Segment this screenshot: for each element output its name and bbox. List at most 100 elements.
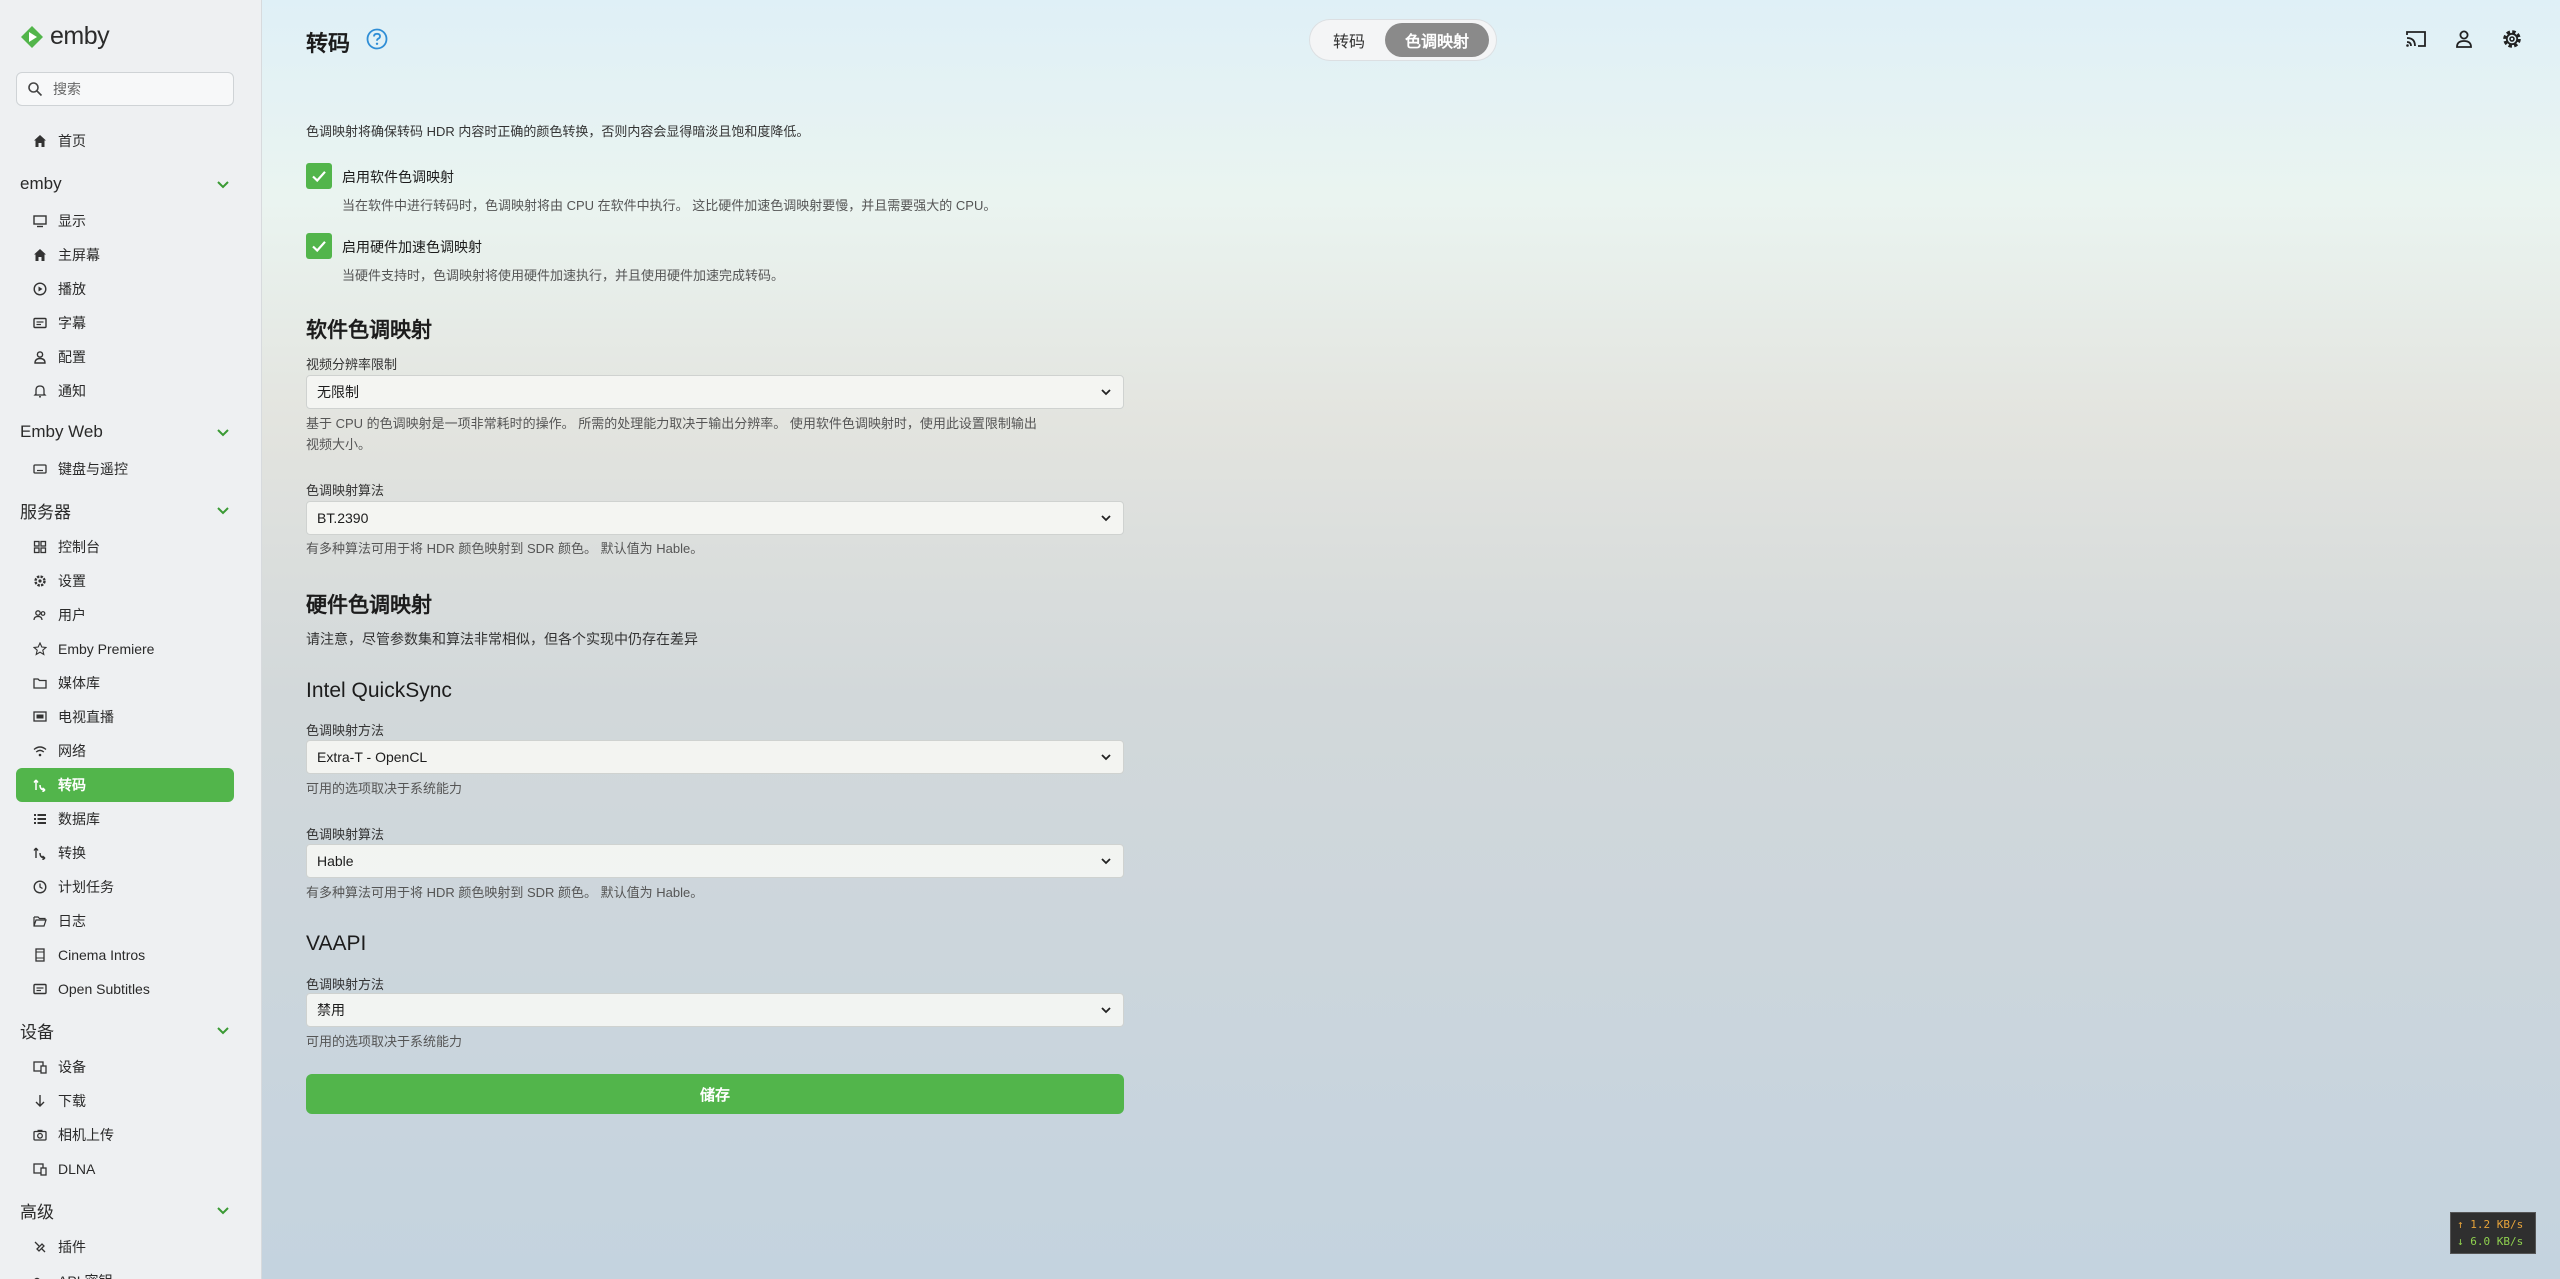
sidebar-item-subtitles[interactable]: 字幕	[16, 306, 234, 340]
sidebar-item-downloads[interactable]: 下载	[16, 1084, 234, 1118]
sidebar-item-display[interactable]: 显示	[16, 204, 234, 238]
page-title: 转码	[306, 31, 351, 56]
software-tonemap-checkbox[interactable]	[306, 163, 332, 189]
sidebar-item-network[interactable]: 网络	[16, 734, 234, 768]
film-icon	[32, 947, 48, 963]
hardware-section-title: 硬件色调映射	[306, 594, 432, 617]
sidebar-item-notifications[interactable]: 通知	[16, 374, 234, 408]
sidebar-item-label: 设备	[58, 1059, 86, 1075]
intel-method-label: 色调映射方法	[306, 723, 385, 738]
sidebar-item-label: 键盘与遥控	[58, 461, 128, 477]
sidebar-item-conversion[interactable]: 转换	[16, 836, 234, 870]
tab-transcoding[interactable]: 转码	[1313, 23, 1385, 57]
intel-algorithm-help: 有多种算法可用于将 HDR 颜色映射到 SDR 颜色。 默认值为 Hable。	[306, 885, 704, 900]
sidebar-item-devices[interactable]: 设备	[16, 1050, 234, 1084]
hardware-tonemap-description: 当硬件支持时，色调映射将使用硬件加速执行，并且使用硬件加速完成转码。	[342, 268, 785, 283]
hardware-section-note: 请注意，尽管参数集和算法非常相似，但各个实现中仍存在差异	[306, 631, 698, 647]
sidebar-section-devices[interactable]: 设备	[0, 1010, 261, 1050]
tab-tone-mapping[interactable]: 色调映射	[1385, 23, 1489, 57]
search-icon	[28, 82, 43, 97]
sidebar-item-api-keys[interactable]: API 密钥	[16, 1264, 234, 1279]
chevron-down-icon	[1101, 389, 1111, 396]
help-icon[interactable]	[366, 28, 388, 50]
save-button[interactable]: 储存	[306, 1074, 1124, 1114]
sw-algorithm-label: 色调映射算法	[306, 483, 385, 498]
clock-icon	[32, 879, 48, 895]
sidebar-item-label: 配置	[58, 349, 86, 365]
intel-algorithm-select[interactable]: Hable	[306, 844, 1124, 878]
sidebar: emby 首页 emby 显示 主屏幕 播放 字幕 配置 通知 Emby Web…	[0, 0, 262, 1279]
sidebar-item-home[interactable]: 首页	[16, 124, 234, 158]
hardware-tonemap-checkbox[interactable]	[306, 233, 332, 259]
intel-section-title: Intel QuickSync	[306, 679, 452, 702]
sidebar-section-advanced[interactable]: 高级	[0, 1190, 261, 1230]
sidebar-item-library[interactable]: 媒体库	[16, 666, 234, 700]
sidebar-item-scheduled-tasks[interactable]: 计划任务	[16, 870, 234, 904]
resolution-limit-select[interactable]: 无限制	[306, 375, 1124, 409]
search-input[interactable]	[51, 80, 225, 98]
sidebar-item-label: 显示	[58, 213, 86, 229]
sidebar-item-open-subtitles[interactable]: Open Subtitles	[16, 972, 234, 1006]
dashboard-icon	[32, 539, 48, 555]
software-tonemap-description: 当在软件中进行转码时，色调映射将由 CPU 在软件中执行。 这比硬件加速色调映射…	[342, 198, 997, 213]
chevron-down-icon	[217, 1027, 229, 1035]
sidebar-item-settings[interactable]: 设置	[16, 564, 234, 598]
sidebar-item-logs[interactable]: 日志	[16, 904, 234, 938]
sidebar-item-profile[interactable]: 配置	[16, 340, 234, 374]
transcode-icon	[32, 777, 48, 793]
sidebar-item-label: API 密钥	[58, 1271, 112, 1279]
cast-icon[interactable]	[2405, 28, 2427, 50]
sidebar-item-emby-premiere[interactable]: Emby Premiere	[16, 632, 234, 666]
sidebar-item-plugins[interactable]: 插件	[16, 1230, 234, 1264]
sw-algorithm-help: 有多种算法可用于将 HDR 颜色映射到 SDR 颜色。 默认值为 Hable。	[306, 541, 704, 556]
software-tonemap-row: 启用软件色调映射	[306, 163, 454, 189]
upload-speed: ↑ 1.2 KB/s	[2457, 1218, 2524, 1231]
intel-method-help: 可用的选项取决于系统能力	[306, 781, 463, 796]
folder-icon	[32, 675, 48, 691]
select-value: 禁用	[317, 1002, 345, 1018]
help-line: 视频大小。	[306, 437, 372, 452]
chevron-down-icon	[217, 1207, 229, 1215]
sidebar-item-label: 数据库	[58, 811, 100, 827]
sidebar-item-label: DLNA	[58, 1161, 96, 1177]
hardware-tonemap-label: 启用硬件加速色调映射	[342, 239, 482, 255]
key-icon	[32, 1273, 48, 1279]
sidebar-item-home-screen[interactable]: 主屏幕	[16, 238, 234, 272]
emby-logo[interactable]: emby	[20, 22, 110, 51]
sidebar-item-database[interactable]: 数据库	[16, 802, 234, 836]
sidebar-item-users[interactable]: 用户	[16, 598, 234, 632]
sidebar-item-camera-upload[interactable]: 相机上传	[16, 1118, 234, 1152]
sidebar-item-transcoding[interactable]: 转码	[16, 768, 234, 802]
sidebar-item-dashboard[interactable]: 控制台	[16, 530, 234, 564]
sidebar-item-playback[interactable]: 播放	[16, 272, 234, 306]
user-icon[interactable]	[2453, 28, 2475, 50]
star-icon	[32, 641, 48, 657]
plugin-icon	[32, 1239, 48, 1255]
chevron-down-icon	[1101, 754, 1111, 761]
vaapi-method-label: 色调映射方法	[306, 977, 385, 992]
sidebar-item-label: 计划任务	[58, 879, 114, 895]
gear-icon	[32, 573, 48, 589]
sidebar-item-cinema-intros[interactable]: Cinema Intros	[16, 938, 234, 972]
download-icon	[32, 1093, 48, 1109]
gear-icon[interactable]	[2501, 28, 2523, 50]
vaapi-method-select[interactable]: 禁用	[306, 993, 1124, 1027]
check-icon	[312, 171, 326, 183]
intel-method-select[interactable]: Extra-T - OpenCL	[306, 740, 1124, 774]
sw-algorithm-select[interactable]: BT.2390	[306, 501, 1124, 535]
sidebar-section-emby[interactable]: emby	[0, 164, 261, 204]
camera-icon	[32, 1127, 48, 1143]
sidebar-item-label: 字幕	[58, 315, 86, 331]
sidebar-item-dlna[interactable]: DLNA	[16, 1152, 234, 1186]
sidebar-item-label: 通知	[58, 383, 86, 399]
sidebar-item-live-tv[interactable]: 电视直播	[16, 700, 234, 734]
sidebar-item-keyboard-remote[interactable]: 键盘与遥控	[16, 452, 234, 486]
resolution-limit-label: 视频分辨率限制	[306, 357, 398, 372]
chevron-down-icon	[1101, 858, 1111, 865]
sidebar-section-emby-web[interactable]: Emby Web	[0, 412, 261, 452]
search-box[interactable]	[16, 72, 234, 106]
sidebar-item-label: 下载	[58, 1093, 86, 1109]
sidebar-section-server[interactable]: 服务器	[0, 490, 261, 530]
sidebar-section-title: emby	[20, 174, 62, 193]
list-icon	[32, 811, 48, 827]
